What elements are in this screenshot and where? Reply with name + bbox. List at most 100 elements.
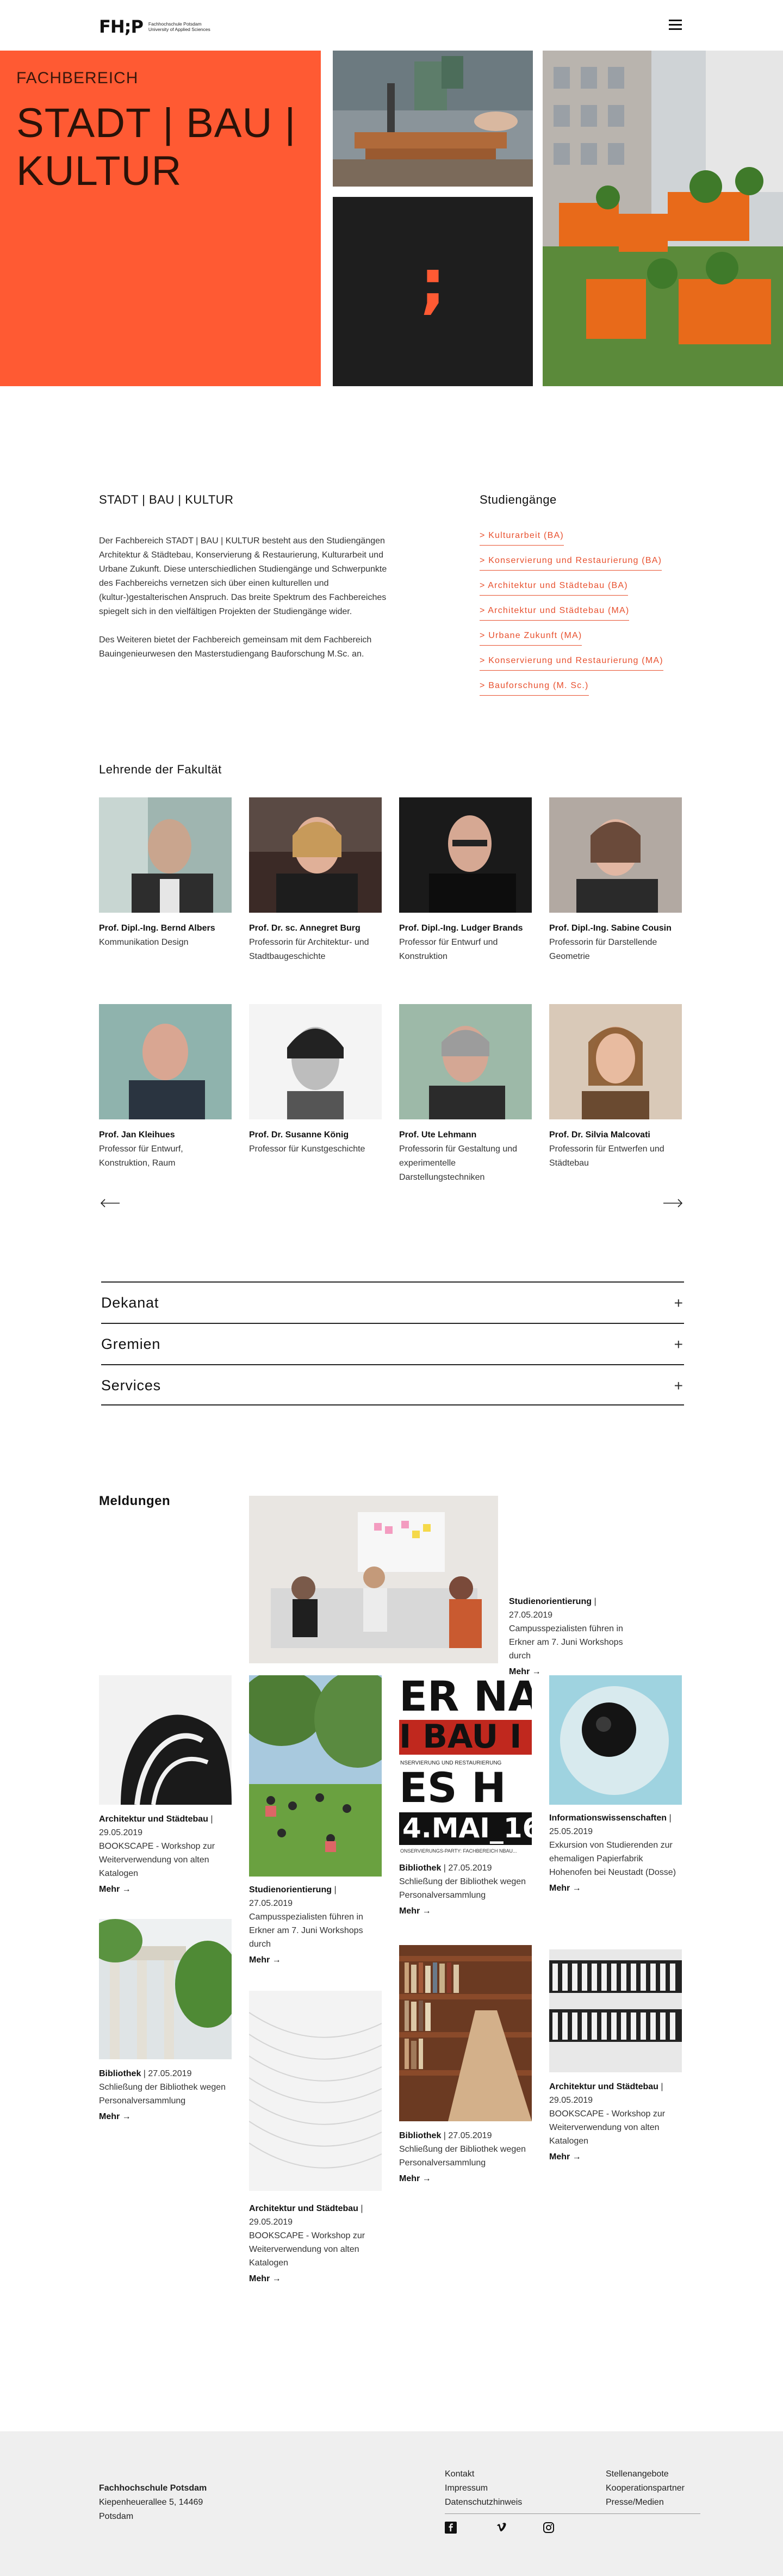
- hero-image-garden: [543, 51, 783, 386]
- news-image[interactable]: [549, 1675, 682, 1805]
- news-date: 27.05.2019: [448, 1863, 492, 1873]
- study-link-urbane-zukunft-ma[interactable]: > Urbane Zukunft (MA): [480, 628, 582, 646]
- news-image[interactable]: [249, 1675, 382, 1877]
- study-link-konservierung-ba[interactable]: > Konservierung und Restaurierung (BA): [480, 553, 662, 571]
- arrow-left-icon[interactable]: [99, 1198, 121, 1209]
- news-text: Campusspezialisten führen in Erkner am 7…: [509, 1624, 623, 1661]
- poster-line: ES H: [399, 1763, 506, 1812]
- news-card[interactable]: Bibliothek | 27.05.2019 Schließung der Bi…: [399, 2129, 532, 2184]
- person-photo: [99, 797, 232, 913]
- news-image[interactable]: [249, 1991, 382, 2191]
- person-photo: [549, 797, 682, 913]
- intro-text: Der Fachbereich STADT | BAU | KULTUR bes…: [99, 534, 393, 676]
- study-link-bauforschung[interactable]: > Bauforschung (M. Sc.): [480, 678, 589, 696]
- footer-link-kontakt[interactable]: Kontakt: [445, 2469, 474, 2479]
- news-card[interactable]: Architektur und Städtebau | 29.05.2019 BO…: [99, 1812, 232, 1894]
- news-card[interactable]: Bibliothek | 27.05.2019 Schließung der Bi…: [99, 2067, 232, 2122]
- vimeo-icon[interactable]: [496, 2522, 508, 2534]
- footer-links-col2: Stellenangebote Kooperationspartner Pres…: [606, 2467, 685, 2510]
- poster-line: I BAU I: [399, 1718, 522, 1756]
- news-category: Architektur und Städtebau: [549, 2082, 658, 2091]
- person-card[interactable]: Prof. Dr. Silvia Malcovati Professorin f…: [549, 1004, 682, 1171]
- menu-icon[interactable]: [669, 20, 682, 30]
- footer-link-stellenangebote[interactable]: Stellenangebote: [606, 2469, 669, 2479]
- footer-address: Fachhochschule Potsdam Kiepenheuerallee …: [99, 2481, 207, 2524]
- person-card[interactable]: Prof. Dr. Susanne König Professor für Ku…: [249, 1004, 382, 1156]
- footer-link-kooperationspartner[interactable]: Kooperationspartner: [606, 2484, 685, 2493]
- footer-link-impressum[interactable]: Impressum: [445, 2484, 488, 2493]
- logo[interactable]: FH;P Fachhochschule Potsdam University o…: [99, 16, 214, 37]
- facebook-icon[interactable]: [445, 2522, 457, 2534]
- plus-icon: +: [674, 1336, 683, 1353]
- more-link[interactable]: Mehr →: [549, 2152, 581, 2162]
- person-card[interactable]: Prof. Dipl.-Ing. Sabine Cousin Professor…: [549, 797, 682, 964]
- news-image[interactable]: [99, 1919, 232, 2059]
- news-category: Bibliothek: [399, 2131, 442, 2140]
- instagram-icon[interactable]: [543, 2522, 555, 2534]
- study-link-konservierung-ma[interactable]: > Konservierung und Restaurierung (MA): [480, 653, 663, 671]
- faculty-heading: Lehrende der Fakultät: [99, 763, 222, 776]
- person-role: Professor für Entwurf, Konstruktion, Rau…: [99, 1144, 183, 1168]
- plus-icon: +: [674, 1295, 683, 1311]
- accordion-gremien[interactable]: Gremien +: [101, 1323, 684, 1364]
- news-category: Architektur und Städtebau: [249, 2204, 358, 2213]
- poster-line: ONSERVIERUNGS-PARTY: FACHBEREICH NBAU...: [400, 1848, 517, 1854]
- footer-link-presse[interactable]: Presse/Medien: [606, 2498, 664, 2507]
- studies-list: > Kulturarbeit (BA) > Konservierung und …: [480, 528, 708, 703]
- news-card[interactable]: Informationswissenschaften | 25.05.2019 E…: [549, 1811, 682, 1893]
- person-role: Professorin für Darstellende Geometrie: [549, 938, 657, 961]
- footer-link-datenschutz[interactable]: Datenschutzhinweis: [445, 2498, 522, 2507]
- news-category: Studienorientierung: [509, 1597, 592, 1606]
- person-card[interactable]: Prof. Dipl.-Ing. Bernd Albers Kommunikat…: [99, 797, 232, 950]
- more-link[interactable]: Mehr →: [399, 1906, 431, 1916]
- news-card[interactable]: Studienorientierung | 27.05.2019 Campussp…: [249, 1883, 382, 1965]
- more-link[interactable]: Mehr →: [249, 1955, 281, 1965]
- news-text: Campusspezialisten führen in Erkner am 7…: [249, 1912, 363, 1949]
- poster-line: 4.MAI_16: [402, 1812, 532, 1844]
- person-photo: [399, 1004, 532, 1119]
- accordion-services[interactable]: Services +: [101, 1364, 684, 1405]
- person-card[interactable]: Prof. Ute Lehmann Professorin für Gestal…: [399, 1004, 532, 1185]
- semicolon-glyph: ;: [420, 246, 446, 321]
- news-date: 27.05.2019: [509, 1611, 553, 1620]
- accordion-dekanat[interactable]: Dekanat +: [101, 1281, 684, 1323]
- person-name: Prof. Jan Kleihues: [99, 1130, 175, 1140]
- news-card[interactable]: Bibliothek | 27.05.2019 Schließung der Bi…: [399, 1861, 532, 1916]
- news-card[interactable]: Architektur und Städtebau | 29.05.2019 BO…: [549, 2080, 682, 2162]
- arrow-right-icon[interactable]: [662, 1198, 684, 1209]
- news-heading: Meldungen: [99, 1494, 171, 1508]
- more-link[interactable]: Mehr →: [549, 1884, 581, 1893]
- person-role: Professorin für Gestaltung und experimen…: [399, 1144, 518, 1182]
- study-link-architektur-ma[interactable]: > Architektur und Städtebau (MA): [480, 603, 630, 621]
- news-image[interactable]: [249, 1496, 498, 1663]
- news-card[interactable]: Studienorientierung | 27.05.2019 Campussp…: [509, 1595, 642, 1677]
- person-role: Professor für Entwurf und Konstruktion: [399, 938, 498, 961]
- news-image[interactable]: [549, 1949, 682, 2072]
- hero-image-workshop: [333, 51, 533, 187]
- study-link-kulturarbeit-ba[interactable]: > Kulturarbeit (BA): [480, 528, 564, 546]
- intro-paragraph-1: Der Fachbereich STADT | BAU | KULTUR bes…: [99, 536, 387, 616]
- news-text: Schließung der Bibliothek wegen Personal…: [399, 2145, 526, 2168]
- person-card[interactable]: Prof. Dr. sc. Annegret Burg Professorin …: [249, 797, 382, 964]
- hero-title: STADT | BAU | KULTUR: [16, 100, 296, 194]
- more-link[interactable]: Mehr →: [99, 2112, 131, 2122]
- news-poster-image[interactable]: ER NA I BAU I NSERVIERUNG UND RESTAURIER…: [399, 1675, 532, 1859]
- person-name: Prof. Dr. sc. Annegret Burg: [249, 924, 361, 933]
- person-name: Prof. Dr. Susanne König: [249, 1130, 349, 1140]
- footer-links-col1: Kontakt Impressum Datenschutzhinweis: [445, 2467, 522, 2510]
- news-image[interactable]: [399, 1945, 532, 2121]
- hero-kicker: FACHBEREICH: [16, 69, 139, 87]
- news-date: 27.05.2019: [148, 2069, 192, 2078]
- footer-org-name: Fachhochschule Potsdam: [99, 2484, 207, 2493]
- study-link-architektur-ba[interactable]: > Architektur und Städtebau (BA): [480, 578, 628, 596]
- person-card[interactable]: Prof. Dipl.-Ing. Ludger Brands Professor…: [399, 797, 532, 964]
- news-date: 25.05.2019: [549, 1827, 593, 1836]
- more-link[interactable]: Mehr →: [99, 1885, 131, 1894]
- news-image[interactable]: [99, 1675, 232, 1805]
- person-role: Professor für Kunstgeschichte: [249, 1144, 365, 1154]
- intro-heading: STADT | BAU | KULTUR: [99, 493, 234, 506]
- more-link[interactable]: Mehr →: [249, 2274, 281, 2284]
- person-card[interactable]: Prof. Jan Kleihues Professor für Entwurf…: [99, 1004, 232, 1171]
- news-card[interactable]: Architektur und Städtebau | 29.05.2019 BO…: [249, 2202, 382, 2284]
- more-link[interactable]: Mehr →: [399, 2174, 431, 2184]
